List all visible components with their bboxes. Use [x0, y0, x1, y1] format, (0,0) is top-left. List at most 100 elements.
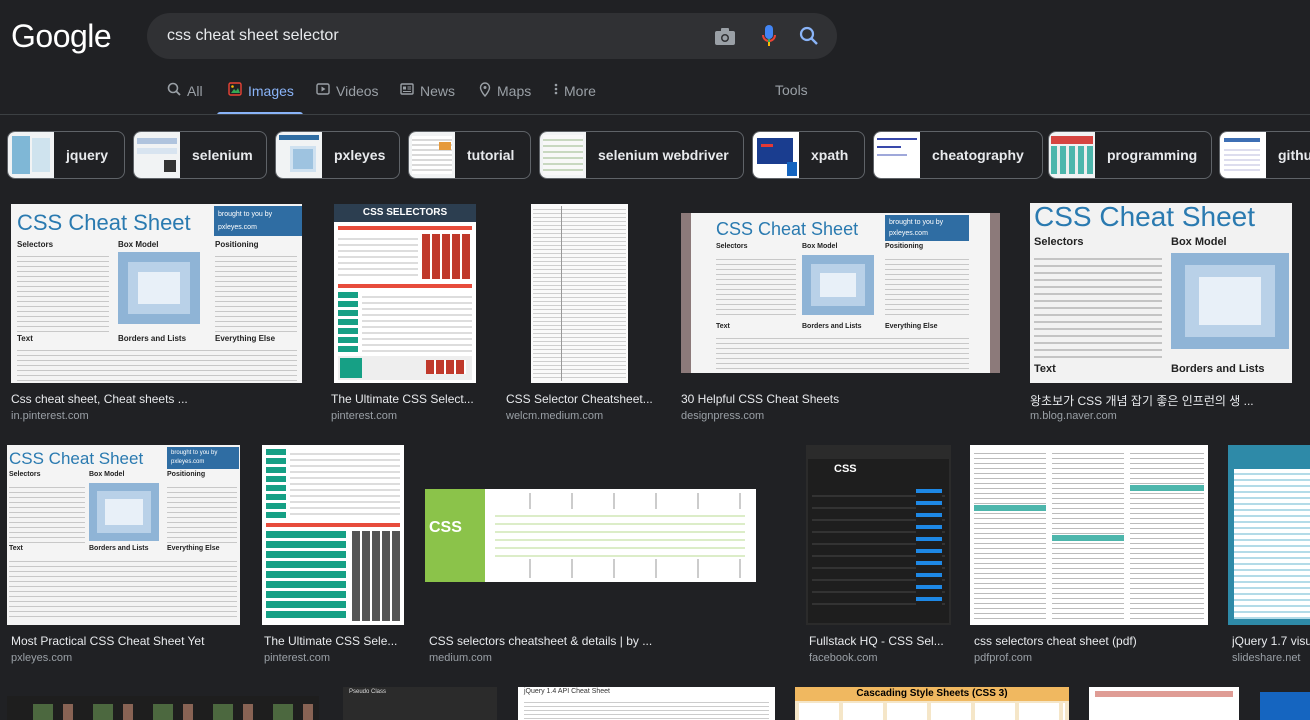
search-icon[interactable]: [797, 24, 821, 48]
result-source: medium.com: [429, 652, 492, 664]
tools-button[interactable]: Tools: [775, 82, 808, 98]
result-thumbnail[interactable]: [1089, 687, 1239, 720]
result-thumbnail[interactable]: [970, 445, 1208, 625]
result-source: m.blog.naver.com: [1030, 410, 1117, 422]
result-source: pdfprof.com: [974, 652, 1033, 664]
chip-cheatography[interactable]: cheatography: [873, 131, 1043, 179]
chip-label: tutorial: [467, 147, 515, 163]
thumb-section: Everything Else: [885, 323, 938, 330]
thumb-section: Box Model: [1171, 236, 1227, 248]
chip-tutorial[interactable]: tutorial: [408, 131, 531, 179]
result-thumbnail[interactable]: Cascading Style Sheets (CSS 3): [795, 687, 1069, 720]
result-title[interactable]: CSS Selector Cheatsheet...: [506, 392, 653, 406]
chip-pxleyes[interactable]: pxleyes: [275, 131, 400, 179]
tab-label: Images: [248, 82, 294, 99]
result-title[interactable]: CSS selectors cheatsheet & details | by …: [429, 634, 756, 648]
video-icon: [316, 82, 330, 99]
chip-label: xpath: [811, 147, 849, 163]
result-thumbnail[interactable]: [531, 204, 628, 383]
chip-thumbnail: [134, 132, 180, 178]
search-box[interactable]: [147, 13, 837, 59]
result-title[interactable]: The Ultimate CSS Sele...: [264, 634, 404, 648]
thumb-section: Borders and Lists: [802, 323, 862, 330]
result-title[interactable]: Fullstack HQ - CSS Sel...: [809, 634, 951, 648]
result-thumbnail[interactable]: CSS Cheat Sheet brought to you by pxleye…: [7, 445, 240, 625]
result-title[interactable]: 왕초보가 CSS 개념 잡기 좋은 인프런의 생 ...: [1030, 392, 1292, 409]
result-thumbnail[interactable]: CSS: [806, 445, 951, 625]
search-icon: [167, 82, 181, 99]
thumb-banner: brought to you by pxleyes.com: [214, 206, 302, 236]
result-thumbnail[interactable]: Pseudo Class: [343, 687, 497, 720]
thumb-section: Selectors: [17, 240, 54, 249]
search-tabs: All Images Videos News Maps More Tools: [0, 72, 1310, 115]
chip-thumbnail: [409, 132, 455, 178]
result-thumbnail[interactable]: [1260, 692, 1310, 720]
result-title[interactable]: jQuery 1.7 visu: [1232, 634, 1310, 648]
tab-label: Maps: [497, 83, 532, 99]
result-title[interactable]: css selectors cheat sheet (pdf): [974, 634, 1208, 648]
header-divider: [0, 114, 1310, 115]
chip-jquery[interactable]: jquery: [7, 131, 125, 179]
result-thumbnail[interactable]: [7, 696, 319, 720]
camera-icon[interactable]: [713, 24, 737, 48]
tab-videos[interactable]: Videos: [316, 82, 379, 99]
thumb-section: Box Model: [118, 240, 159, 249]
result-thumbnail[interactable]: CSS Cheat Sheet Selectors Box Model Text…: [1030, 203, 1292, 383]
thumb-banner: brought to you by pxleyes.com: [885, 215, 969, 241]
thumb-section: Text: [716, 323, 730, 330]
result-thumbnail[interactable]: CSS: [425, 489, 756, 582]
chip-programming[interactable]: programming: [1048, 131, 1212, 179]
thumb-heading: CSS: [429, 519, 462, 536]
result-thumbnail[interactable]: CSS SELECTORS: [334, 204, 476, 383]
thumb-section: Borders and Lists: [1171, 363, 1265, 375]
microphone-icon[interactable]: [757, 24, 781, 48]
chip-xpath[interactable]: xpath: [752, 131, 865, 179]
result-thumbnail[interactable]: CSS Cheat Sheet brought to you by pxleye…: [681, 213, 1000, 373]
thumb-section: Positioning: [215, 240, 259, 249]
google-logo[interactable]: Google: [11, 18, 112, 55]
box-model-diagram: [118, 252, 200, 324]
chip-label: pxleyes: [334, 147, 386, 163]
result-title[interactable]: 30 Helpful CSS Cheat Sheets: [681, 392, 1000, 406]
result-source: in.pinterest.com: [11, 410, 89, 422]
result-thumbnail[interactable]: [262, 445, 404, 625]
chip-label: cheatography: [932, 147, 1024, 163]
tab-more[interactable]: More: [554, 82, 596, 99]
chip-selenium[interactable]: selenium: [133, 131, 267, 179]
result-thumbnail[interactable]: jQuery 1.4 API Cheat Sheet: [518, 687, 775, 720]
tab-maps[interactable]: Maps: [479, 82, 531, 100]
tab-all[interactable]: All: [167, 82, 203, 99]
result-thumbnail[interactable]: CSS Cheat Sheet brought to you by pxleye…: [11, 204, 302, 383]
images-icon: [228, 82, 242, 99]
result-thumbnail[interactable]: [1228, 445, 1310, 625]
tab-images[interactable]: Images: [228, 82, 294, 99]
tab-label: News: [420, 82, 456, 99]
result-title[interactable]: Css cheat sheet, Cheat sheets ...: [11, 392, 302, 406]
thumb-section: Selectors: [1034, 236, 1084, 248]
chip-thumbnail: [1220, 132, 1266, 178]
chip-label: selenium webdriver: [598, 147, 729, 163]
chip-thumbnail: [540, 132, 586, 178]
thumb-section: Borders and Lists: [118, 334, 187, 343]
news-icon: [400, 82, 414, 99]
tab-news[interactable]: News: [400, 82, 455, 99]
result-title[interactable]: The Ultimate CSS Select...: [331, 392, 476, 406]
result-source: designpress.com: [681, 410, 765, 422]
chip-selenium-webdriver[interactable]: selenium webdriver: [539, 131, 744, 179]
thumb-section: Text: [17, 334, 33, 343]
result-source: pxleyes.com: [11, 652, 73, 664]
thumb-heading: CSS Cheat Sheet: [716, 219, 859, 239]
thumb-heading: CSS Cheat Sheet: [17, 210, 191, 235]
chip-thumbnail: [8, 132, 54, 178]
search-input[interactable]: [167, 25, 687, 47]
thumb-section: Selectors: [716, 243, 748, 250]
tab-label: More: [564, 82, 596, 99]
chip-github[interactable]: githu: [1219, 131, 1310, 179]
result-source: pinterest.com: [264, 652, 331, 664]
tab-label: All: [187, 82, 203, 99]
chip-label: selenium: [192, 147, 253, 163]
thumb-section: Everything Else: [215, 334, 276, 343]
result-title[interactable]: Most Practical CSS Cheat Sheet Yet: [11, 634, 240, 648]
thumb-banner: brought to you by pxleyes.com: [167, 447, 239, 469]
result-source: facebook.com: [809, 652, 878, 664]
